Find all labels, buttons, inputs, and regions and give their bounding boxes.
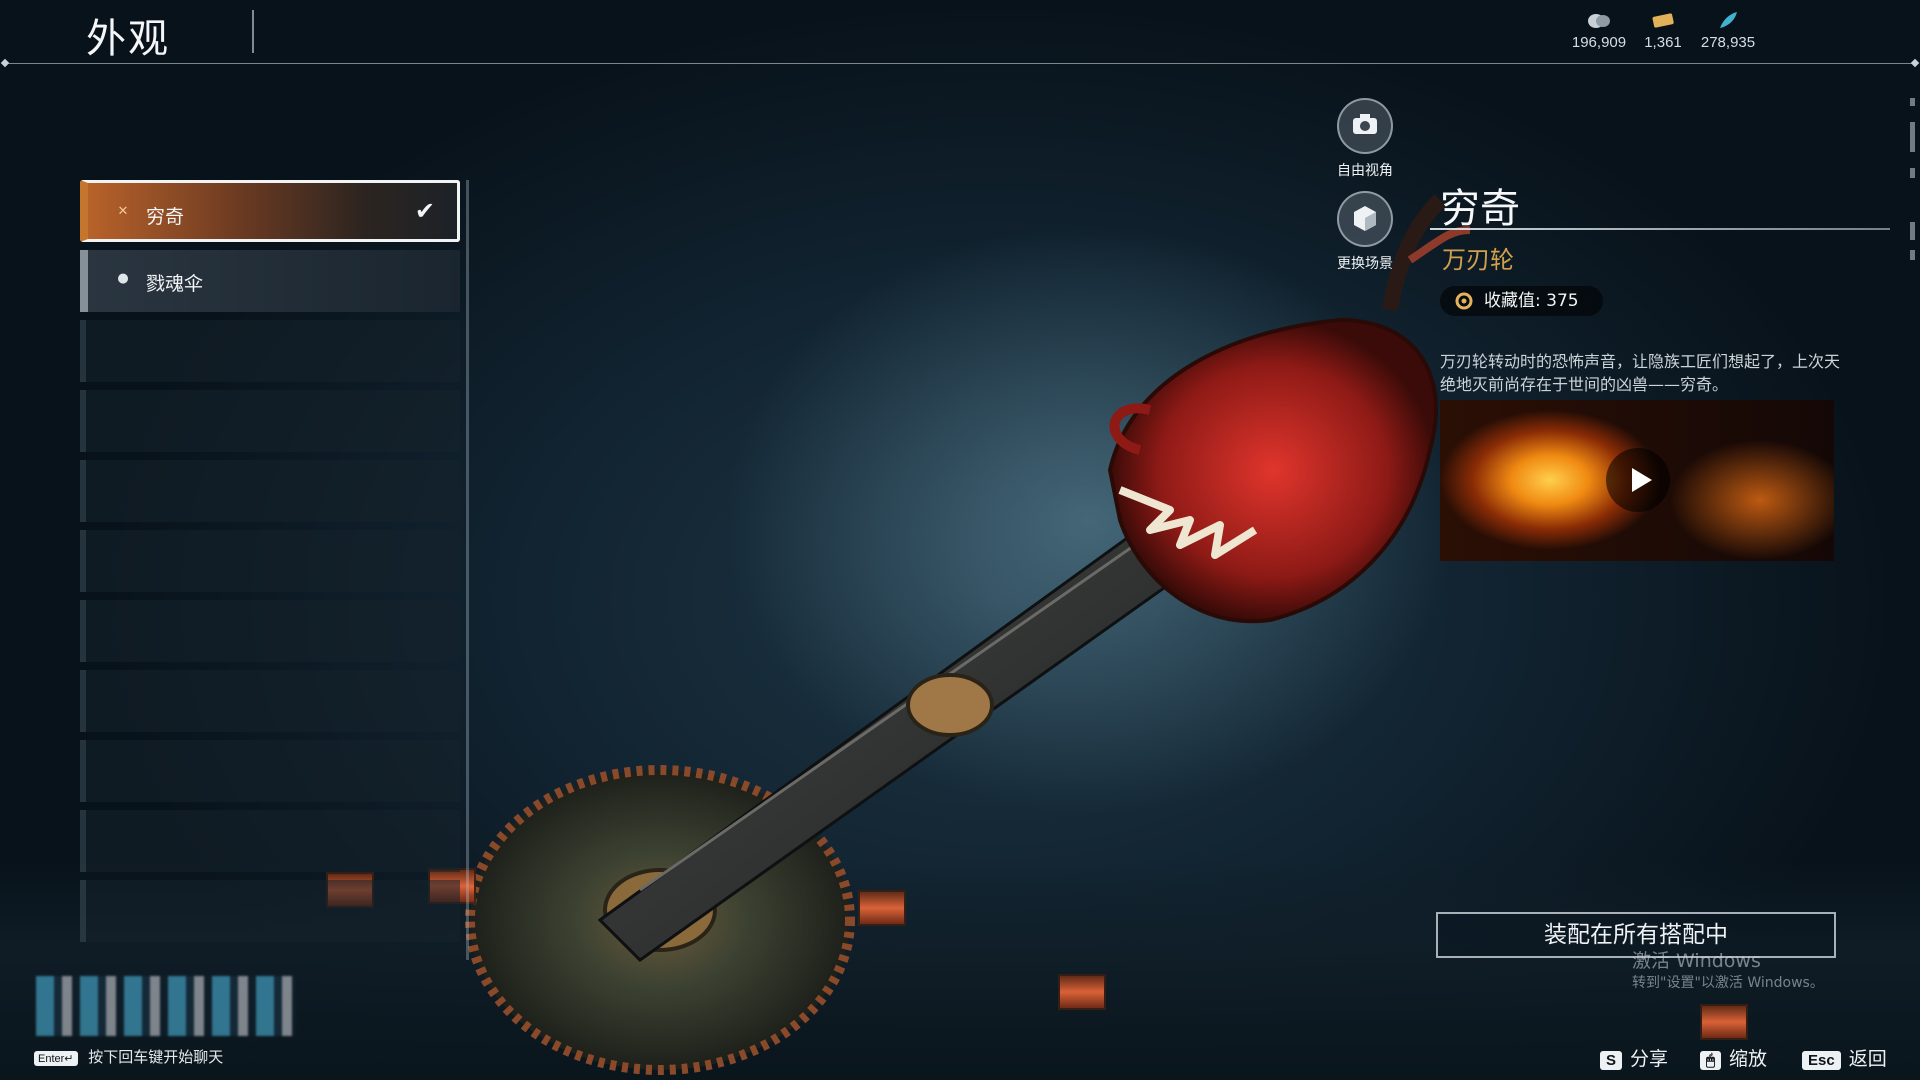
change-scene-button[interactable]: 更换场景 [1310, 191, 1420, 273]
mouse-icon: 🖱 [1700, 1051, 1722, 1070]
scene-cube-icon [1354, 206, 1376, 231]
redacted-chat-area [36, 976, 296, 1036]
crossed-blades-icon: ✕ [117, 204, 129, 219]
play-icon[interactable] [1606, 448, 1670, 512]
currency-feather: 278,935 [1693, 10, 1763, 51]
currency-coin: 196,909 [1564, 10, 1634, 51]
back-hint[interactable]: Esc 返回 [1802, 1044, 1887, 1071]
empty-slot [80, 320, 460, 382]
lantern [1058, 974, 1106, 1010]
windows-watermark: 激活 Windows [1632, 950, 1761, 972]
currency-ticket: 1,361 [1628, 10, 1698, 51]
header-divider [252, 10, 254, 53]
collection-value-badge: 收藏值: 375 [1440, 286, 1603, 316]
scroll-indicator [1910, 222, 1915, 240]
header-underline [4, 63, 1916, 64]
skin-item-qiongqi[interactable]: ✕ 穷奇 ✔ [80, 180, 460, 242]
skin-item-luhunsan[interactable]: ● 戮魂伞 [80, 250, 460, 312]
scroll-indicator [1910, 122, 1915, 152]
empty-slot [80, 600, 460, 662]
chat-prompt[interactable]: Enter↵ 按下回车键开始聊天 [34, 1046, 223, 1067]
share-hint[interactable]: S 分享 [1600, 1044, 1668, 1071]
item-type: 万刃轮 [1442, 246, 1514, 274]
empty-slot [80, 460, 460, 522]
top-bar: 外观 196,909 1,361 278,935 [0, 0, 1920, 68]
beast-head [1107, 317, 1438, 624]
page-title: 外观 [86, 16, 170, 62]
lantern [858, 890, 906, 926]
zoom-hint[interactable]: 🖱 缩放 [1700, 1044, 1767, 1071]
free-camera-button[interactable]: 自由视角 [1310, 98, 1420, 180]
scroll-indicator [1910, 168, 1915, 178]
lantern [1700, 1004, 1748, 1040]
ticket-icon [1652, 13, 1674, 28]
empty-slot [80, 670, 460, 732]
feather-icon [1720, 12, 1737, 28]
item-description: 万刃轮转动时的恐怖声音，让隐族工匠们想起了，上次天绝地灭前尚存在于世间的凶兽——… [1440, 352, 1841, 394]
camera-icon [1353, 114, 1377, 134]
empty-slot [80, 810, 460, 872]
empty-slot [80, 740, 460, 802]
empty-slot [80, 530, 460, 592]
empty-slot [80, 390, 460, 452]
empty-slot [80, 880, 460, 942]
s-key-icon: S [1600, 1051, 1623, 1070]
preview-video[interactable] [1440, 400, 1834, 561]
esc-key-icon: Esc [1802, 1051, 1841, 1070]
coin-bag-icon [1588, 14, 1610, 28]
shaft-gear [906, 673, 994, 737]
item-name-underline [1430, 228, 1890, 230]
collection-icon [1455, 292, 1473, 310]
enter-key-icon: Enter↵ [34, 1051, 78, 1066]
item-name: 穷奇 [1440, 186, 1520, 232]
checkmark-icon: ✔ [414, 197, 435, 225]
scroll-indicator [1910, 250, 1915, 260]
droplet-icon: ● [117, 271, 129, 286]
scroll-indicator [1910, 98, 1915, 106]
list-scrollbar[interactable] [466, 180, 469, 960]
windows-watermark-hint: 转到"设置"以激活 Windows。 [1632, 975, 1824, 991]
